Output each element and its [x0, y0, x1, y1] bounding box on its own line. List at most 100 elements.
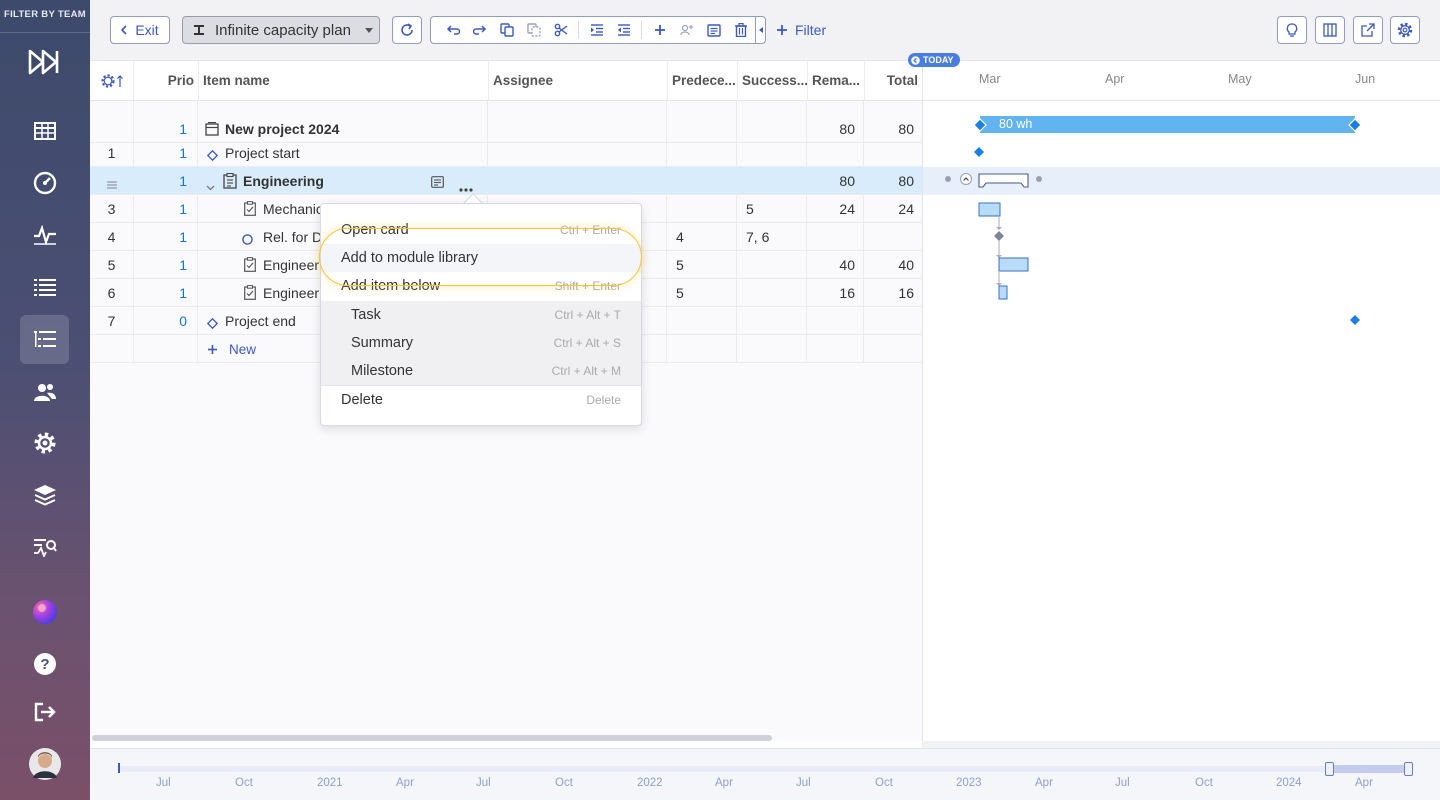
- layers-icon[interactable]: [20, 470, 69, 519]
- menu-item-delete[interactable]: Delete Delete: [321, 386, 641, 414]
- columns-icon: [1323, 23, 1337, 37]
- row-id: 6: [107, 285, 116, 301]
- col-predecessors[interactable]: Predece...: [667, 61, 737, 101]
- timeline-label: 2024: [1276, 777, 1302, 789]
- task-bar[interactable]: [998, 285, 1008, 300]
- plus-icon: [777, 25, 787, 35]
- chevron-down-icon[interactable]: [206, 178, 215, 194]
- task-bar[interactable]: [998, 257, 1029, 272]
- copy-icon[interactable]: [493, 17, 520, 43]
- menu-item-milestone[interactable]: Milestone Ctrl + Alt + M: [321, 357, 641, 385]
- table-row[interactable]: 1 Engineering 80 80: [90, 167, 922, 195]
- project-bar[interactable]: [980, 116, 1355, 133]
- row-prio[interactable]: 1: [133, 139, 197, 167]
- dashboard-icon[interactable]: [20, 158, 69, 207]
- indent-icon[interactable]: [583, 17, 610, 43]
- grid-icon[interactable]: [20, 106, 69, 155]
- menu-item-label: Task: [351, 307, 381, 323]
- menu-item-add-to-module-library[interactable]: Add to module library: [321, 244, 641, 272]
- svg-text:?: ?: [40, 656, 49, 673]
- row-prio[interactable]: 0: [133, 307, 197, 335]
- gantt-chart: 80 wh: [922, 101, 1440, 741]
- row-name[interactable]: Engineering: [243, 167, 403, 195]
- user-avatar[interactable]: [20, 739, 69, 788]
- menu-item-add-item-below[interactable]: Add item below Shift + Enter: [321, 272, 641, 300]
- gear-icon[interactable]: [20, 418, 69, 467]
- row-prio[interactable]: 1: [133, 223, 197, 251]
- task-bar[interactable]: [978, 202, 1001, 217]
- add-user-icon[interactable]: [673, 17, 700, 43]
- summary-bar[interactable]: [978, 173, 1029, 188]
- logo-icon[interactable]: [20, 37, 69, 86]
- undo-icon[interactable]: [439, 17, 466, 43]
- collapse-bar-icon[interactable]: [960, 173, 972, 185]
- gantt-canvas: [945, 116, 1362, 325]
- refresh-button[interactable]: [392, 16, 422, 44]
- exit-button[interactable]: Exit: [110, 16, 170, 44]
- timeline-handle-left[interactable]: [1325, 762, 1334, 776]
- filter-by-team-label[interactable]: FILTER BY TEAM: [0, 9, 90, 20]
- scrollbar-thumb[interactable]: [92, 735, 772, 741]
- row-prio[interactable]: 1: [133, 167, 197, 195]
- redo-icon[interactable]: [466, 17, 493, 43]
- table-row[interactable]: 1 1 Project start: [90, 139, 922, 167]
- col-remaining[interactable]: Rema...: [807, 61, 864, 101]
- col-assignee[interactable]: Assignee: [488, 61, 667, 101]
- relationship-milestone[interactable]: [994, 231, 1004, 241]
- today-marker[interactable]: TODAY: [908, 53, 960, 67]
- row-prio[interactable]: 1: [133, 251, 197, 279]
- menu-item-label: Add item below: [341, 278, 441, 294]
- filter-button[interactable]: Filter: [777, 16, 826, 44]
- grid-header: Prio Item name Assignee Predece... Succe…: [90, 61, 922, 101]
- dot-icon: [1036, 176, 1042, 182]
- columns-button[interactable]: [1315, 16, 1345, 44]
- task-icon: [244, 257, 256, 275]
- menu-item-open-card[interactable]: Open card Ctrl + Enter: [321, 216, 641, 244]
- drag-handle-icon[interactable]: [107, 176, 117, 192]
- help-icon[interactable]: ?: [20, 639, 69, 688]
- menu-item-task[interactable]: Task Ctrl + Alt + T: [321, 301, 641, 329]
- pulse-icon[interactable]: [20, 210, 69, 259]
- card-icon[interactable]: [431, 175, 444, 191]
- new-item-button[interactable]: New: [208, 335, 256, 363]
- list-icon[interactable]: [20, 262, 69, 311]
- row-name[interactable]: Project start: [225, 139, 475, 167]
- analytics-icon[interactable]: [20, 522, 69, 571]
- insights-button[interactable]: [1277, 16, 1307, 44]
- timeline-range[interactable]: [1328, 765, 1410, 773]
- open-external-button[interactable]: [1353, 16, 1383, 44]
- card-icon[interactable]: [700, 17, 727, 43]
- settings-button[interactable]: [1390, 16, 1420, 44]
- timeline-navigator[interactable]: Jul Oct 2021 Apr Jul Oct 2022 Apr Jul Oc…: [90, 748, 1440, 800]
- row-successors: 7, 6: [746, 229, 770, 245]
- col-prio[interactable]: Prio: [133, 61, 198, 101]
- arrow-left-icon: [911, 55, 920, 65]
- paste-icon[interactable]: [520, 17, 547, 43]
- cut-icon[interactable]: [547, 17, 574, 43]
- col-item-name[interactable]: Item name: [198, 61, 488, 101]
- row-prio[interactable]: 1: [133, 195, 197, 223]
- horizontal-scrollbar[interactable]: [90, 735, 922, 745]
- timeline-handle-right[interactable]: [1404, 762, 1413, 776]
- users-icon[interactable]: [20, 367, 69, 416]
- row-total: 16: [898, 285, 914, 301]
- filter-label: Filter: [795, 22, 827, 38]
- trash-icon[interactable]: [727, 17, 754, 43]
- app-orb-icon[interactable]: [20, 587, 69, 636]
- outdent-icon[interactable]: [610, 17, 637, 43]
- col-successors[interactable]: Success...: [737, 61, 807, 101]
- gantt-icon[interactable]: [20, 315, 69, 364]
- row-prio[interactable]: 1: [133, 279, 197, 307]
- more-options-icon[interactable]: [459, 179, 473, 195]
- menu-item-summary[interactable]: Summary Ctrl + Alt + S: [321, 329, 641, 357]
- grid-settings-icon[interactable]: [100, 73, 124, 89]
- logout-icon[interactable]: [20, 687, 69, 736]
- milestone-start[interactable]: [974, 147, 984, 157]
- row-predecessors: 5: [676, 257, 684, 273]
- add-icon[interactable]: [646, 17, 673, 43]
- plan-select[interactable]: Infinite capacity plan: [182, 16, 380, 44]
- milestone-end[interactable]: [1350, 315, 1360, 325]
- collapse-toolbar-icon[interactable]: [755, 17, 765, 43]
- col-total[interactable]: Total: [864, 61, 922, 101]
- menu-item-label: Summary: [351, 335, 414, 351]
